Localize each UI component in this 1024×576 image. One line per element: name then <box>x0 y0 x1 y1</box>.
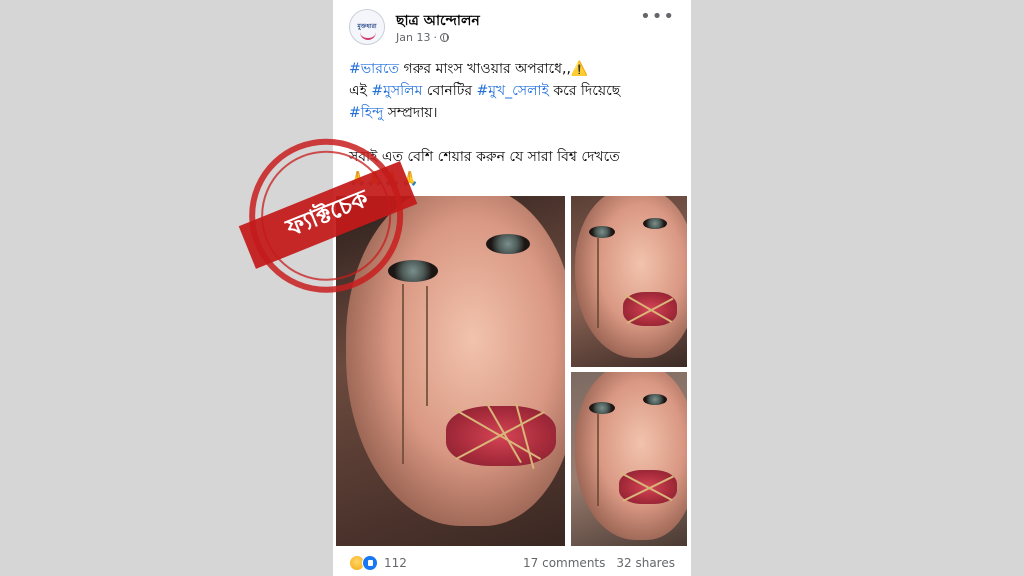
meta-separator: · <box>433 31 437 44</box>
like-reaction-icon <box>362 555 378 571</box>
post-date[interactable]: Jan 13 <box>396 31 430 44</box>
reactions-summary[interactable]: 112 <box>349 555 407 571</box>
warning-icon: ⚠️ <box>570 61 589 77</box>
post-line-2: এই #মুসলিম বোনটির #মুখ_সেলাই করে দিয়েছে <box>349 83 621 99</box>
avatar-logo-swoosh <box>360 32 376 40</box>
post-author-name[interactable]: ছাত্র আন্দোলন <box>396 9 480 33</box>
more-icon[interactable]: ••• <box>640 6 675 27</box>
facebook-post-card: মুক্তধারা ছাত্র আন্দোলন Jan 13 · ••• #ভা… <box>333 0 691 576</box>
page-avatar[interactable]: মুক্তধারা <box>349 9 385 45</box>
avatar-logo-text: মুক্তধারা <box>357 23 377 30</box>
globe-icon <box>439 33 449 42</box>
photo-top-right[interactable] <box>571 196 687 367</box>
hashtag-india[interactable]: #ভারতে <box>349 61 399 77</box>
post-line-1: #ভারতে গরুর মাংস খাওয়ার অপরাধে,,⚠️ <box>349 61 589 77</box>
post-line-3: #হিন্দু সম্প্রদায়। <box>349 105 438 121</box>
engagement-stats: 17 comments 32 shares <box>523 556 675 570</box>
shares-count-link[interactable]: 32 shares <box>616 556 675 570</box>
hashtag-muslim[interactable]: #মুসলিম <box>371 83 422 99</box>
photo-bottom-right[interactable] <box>571 372 687 546</box>
post-footer: 112 17 comments 32 shares <box>333 548 691 576</box>
hashtag-mukh-selai[interactable]: #মুখ_সেলাই <box>476 83 548 99</box>
comments-count-link[interactable]: 17 comments <box>523 556 605 570</box>
reaction-count: 112 <box>384 556 407 570</box>
post-meta: Jan 13 · <box>396 31 449 44</box>
